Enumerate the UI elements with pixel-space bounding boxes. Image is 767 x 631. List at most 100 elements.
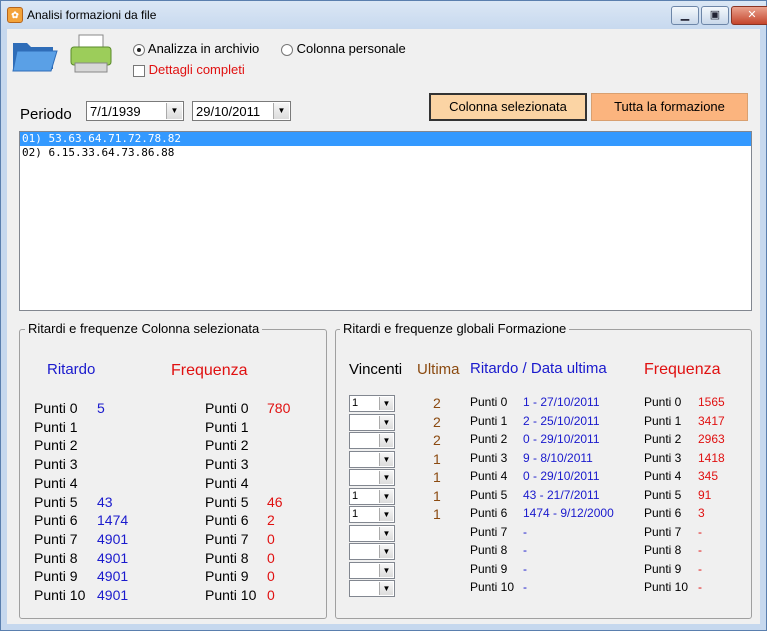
punti-label: Punti 8 [470, 543, 508, 557]
vincenti-combo[interactable]: ▼ [349, 432, 395, 449]
vincenti-combo[interactable]: ▼ [349, 561, 395, 579]
ritardo-data-value: 0 - 29/10/2011 [523, 432, 600, 446]
frequenza-value: 91 [698, 487, 712, 502]
minimize-button[interactable]: ▁ [671, 6, 699, 25]
punti-label: Punti 9 [470, 561, 508, 576]
chevron-down-icon[interactable]: ▼ [379, 434, 393, 447]
ultima-value: 1 [433, 487, 441, 504]
chevron-down-icon[interactable]: ▼ [379, 563, 393, 577]
ritardo-data-value: - [523, 580, 527, 594]
date-to-picker[interactable]: 29/10/2011 ▼ [192, 101, 291, 121]
vincenti-combo[interactable]: ▼ [349, 413, 395, 431]
chevron-down-icon[interactable]: ▼ [379, 415, 393, 429]
vincenti-combo[interactable]: ▼ [349, 524, 395, 542]
ritardo-data-value: 0 - 29/10/2011 [523, 469, 600, 483]
freq-punti-label: Punti 5 [205, 493, 249, 510]
tutta-formazione-button[interactable]: Tutta la formazione [591, 93, 748, 121]
ritardo-value: 43 [97, 493, 113, 510]
ritardo-data-value: 1474 - 9/12/2000 [523, 506, 614, 520]
chevron-down-icon[interactable]: ▼ [379, 397, 393, 410]
ultima-value: 2 [433, 432, 441, 448]
freq-punti-label: Punti 10 [205, 587, 257, 603]
punti-label: Punti 6 [470, 506, 508, 520]
frequenza-value: 0 [267, 530, 275, 547]
vincenti-combo[interactable]: ▼ [349, 450, 395, 468]
title-bar[interactable]: ✿ Analisi formazioni da file ▁ ▣ ✕ [1, 1, 767, 29]
freq-punti-label: Punti 4 [644, 469, 682, 483]
frequenza-value: 1418 [698, 450, 725, 465]
printer-icon[interactable] [69, 33, 113, 75]
frequenza-value: - [698, 580, 702, 594]
vincenti-combo[interactable]: 1 ▼ [349, 506, 395, 523]
periodo-label: Periodo [20, 106, 72, 123]
punti-label: Punti 4 [34, 474, 78, 491]
chevron-down-icon[interactable]: ▼ [166, 103, 182, 119]
vincenti-combo[interactable]: ▼ [349, 543, 395, 560]
list-item[interactable]: 01) 53.63.64.71.72.78.82 [20, 132, 751, 146]
ritardo-value: 1474 [97, 512, 129, 529]
formazioni-list[interactable]: 01) 53.63.64.71.72.78.82 02) 6.15.33.64.… [19, 131, 752, 311]
freq-punti-label: Punti 8 [205, 549, 249, 566]
date-from-picker[interactable]: 7/1/1939 ▼ [86, 101, 184, 121]
colonna-selezionata-button[interactable]: Colonna selezionata [429, 93, 587, 121]
frequenza-value: 345 [698, 469, 719, 483]
punti-label: Punti 0 [470, 395, 508, 409]
freq-punti-label: Punti 3 [205, 456, 249, 473]
chevron-down-icon[interactable]: ▼ [379, 452, 393, 466]
ultima-value: 1 [433, 469, 441, 485]
vincenti-combo[interactable]: 1 ▼ [349, 395, 395, 412]
combo-value: 1 [352, 508, 359, 520]
vincenti-combo[interactable]: 1 ▼ [349, 487, 395, 505]
frequenza-value: - [698, 561, 702, 576]
punti-label: Punti 10 [34, 587, 86, 603]
freq-punti-label: Punti 1 [644, 413, 682, 428]
list-item[interactable]: 02) 6.15.33.64.73.86.88 [20, 146, 751, 160]
ritardo-value: 4901 [97, 549, 129, 566]
radio-colonna-personale[interactable]: Colonna personale [281, 41, 406, 56]
punti-label: Punti 5 [470, 487, 508, 502]
frequenza-value: 780 [267, 400, 291, 416]
frequenza-header: Frequenza [171, 362, 248, 379]
ritardo-data-value: 43 - 21/7/2011 [523, 487, 600, 502]
punti-label: Punti 1 [470, 413, 508, 428]
frequenza-value: 2 [267, 512, 275, 529]
vincenti-combo[interactable]: ▼ [349, 469, 395, 486]
radio-selected-icon [133, 43, 145, 56]
punti-label: Punti 5 [34, 493, 78, 510]
punti-label: Punti 3 [34, 456, 78, 473]
frequenza-value: 0 [267, 549, 275, 566]
freq-punti-label: Punti 10 [644, 580, 689, 594]
ritardo-data-value: - [523, 524, 527, 539]
punti-label: Punti 3 [470, 450, 508, 465]
ultima-value: 2 [433, 413, 441, 430]
combo-value: 1 [352, 397, 359, 409]
dettagli-completi-checkbox[interactable]: Dettagli completi [133, 62, 245, 77]
app-icon: ✿ [7, 7, 23, 23]
close-button[interactable]: ✕ [731, 6, 767, 25]
freq-punti-label: Punti 0 [205, 400, 249, 416]
chevron-down-icon[interactable]: ▼ [273, 103, 289, 119]
punti-label: Punti 10 [470, 580, 515, 594]
freq-punti-label: Punti 1 [205, 418, 249, 435]
radio-analizza-archivio[interactable]: Analizza in archivio [133, 41, 259, 56]
radio-unselected-icon [281, 43, 293, 56]
freq-punti-label: Punti 9 [644, 561, 682, 576]
chevron-down-icon[interactable]: ▼ [379, 508, 393, 521]
freq-punti-label: Punti 2 [205, 437, 249, 454]
ritardo-data-value: 2 - 25/10/2011 [523, 413, 600, 428]
vincenti-combo[interactable]: ▼ [349, 580, 395, 597]
vincenti-header: Vincenti [349, 361, 403, 378]
chevron-down-icon[interactable]: ▼ [379, 582, 393, 595]
freq-punti-label: Punti 7 [644, 524, 682, 539]
chevron-down-icon[interactable]: ▼ [379, 545, 393, 558]
chevron-down-icon[interactable]: ▼ [379, 489, 393, 503]
chevron-down-icon[interactable]: ▼ [379, 526, 393, 540]
frequenza-value: 2963 [698, 432, 725, 446]
freq-punti-label: Punti 8 [644, 543, 682, 557]
folder-open-icon[interactable] [11, 35, 59, 73]
ritardo-header: Ritardo [47, 361, 96, 378]
chevron-down-icon[interactable]: ▼ [379, 471, 393, 484]
punti-label: Punti 8 [34, 549, 78, 566]
frequenza-value: - [698, 524, 702, 539]
maximize-button[interactable]: ▣ [701, 6, 729, 25]
